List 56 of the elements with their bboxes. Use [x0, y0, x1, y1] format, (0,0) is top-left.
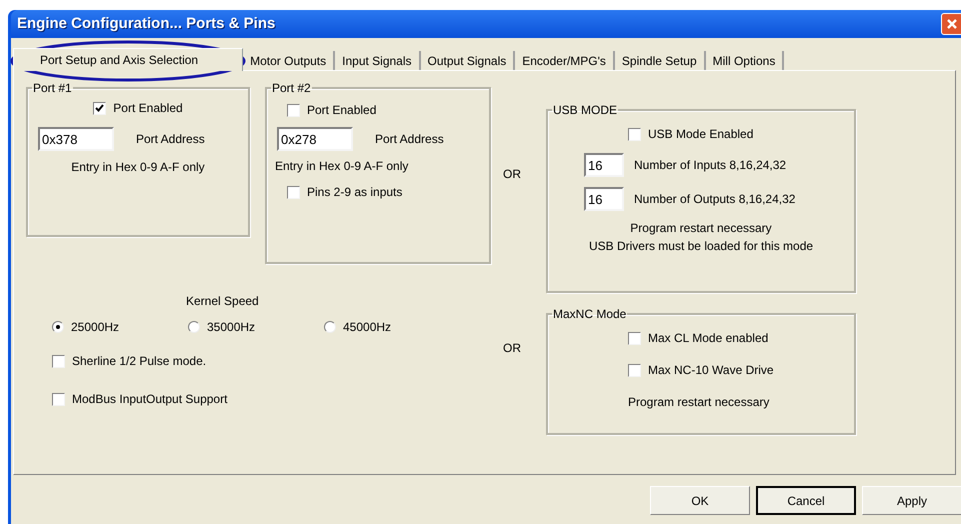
checkbox-label: Sherline 1/2 Pulse mode. [72, 353, 206, 370]
close-icon [946, 18, 958, 30]
checkbox[interactable] [93, 102, 106, 114]
checkbox-label: Pins 2-9 as inputs [307, 184, 402, 201]
note-text: USB Drivers must be loaded for this mode [588, 238, 814, 255]
field-label: Number of Inputs 8,16,24,32 [634, 157, 786, 174]
group-title: USB MODE [552, 102, 618, 119]
group-title: MaxNC Mode [552, 306, 628, 323]
field-label: Port Address [375, 131, 444, 148]
checkbox[interactable] [52, 392, 65, 406]
checkbox-label: ModBus InputOutput Support [72, 391, 228, 408]
radio-button[interactable] [324, 321, 336, 333]
checkbox-label: Max CL Mode enabled [648, 330, 768, 347]
input-field[interactable]: 0x378 [38, 127, 114, 151]
or-label: OR [503, 340, 522, 357]
checkbox[interactable] [287, 186, 300, 198]
tab[interactable]: Port Setup and Axis Selection [13, 48, 244, 71]
tab[interactable]: Mill Options [706, 51, 784, 70]
dialog-button[interactable]: Cancel [756, 486, 856, 515]
radio-button[interactable] [188, 321, 200, 333]
checkbox[interactable] [628, 332, 641, 344]
group-title: Port #2 [271, 80, 312, 97]
close-button[interactable] [941, 13, 961, 35]
group-title: Port #1 [32, 80, 73, 97]
input-field[interactable]: 16 [584, 187, 624, 211]
checkbox-label: Max NC-10 Wave Drive [648, 362, 774, 379]
checkbox[interactable] [628, 364, 641, 376]
field-label: Port Address [136, 131, 205, 148]
checkbox[interactable] [628, 128, 641, 140]
checkbox-label: Port Enabled [113, 100, 183, 117]
hint-text: Entry in Hex 0-9 A-F only [70, 159, 206, 176]
window-title: Engine Configuration... Ports & Pins [17, 14, 276, 34]
or-label: OR [503, 166, 522, 183]
input-field[interactable]: 16 [584, 153, 624, 177]
field-label: Number of Outputs 8,16,24,32 [634, 191, 796, 208]
tab[interactable]: Encoder/MPG's [515, 51, 615, 70]
hint-text: Entry in Hex 0-9 A-F only [275, 158, 410, 175]
note-text: Program restart necessary [628, 394, 770, 411]
note-text: Program restart necessary [630, 220, 772, 237]
checkbox[interactable] [52, 354, 65, 368]
checkmark-icon [95, 104, 104, 112]
dialog-button[interactable]: Apply [862, 486, 961, 515]
section-label: Kernel Speed [186, 294, 259, 308]
input-field[interactable]: 0x278 [277, 127, 353, 151]
radio-button[interactable] [52, 321, 64, 333]
checkbox-label: USB Mode Enabled [648, 126, 754, 143]
dialog-button[interactable]: OK [650, 486, 750, 515]
tab[interactable]: Input Signals [335, 51, 421, 70]
radio-label: 45000Hz [343, 319, 392, 336]
radio-label: 35000Hz [207, 319, 256, 336]
tab[interactable]: Output Signals [420, 51, 516, 70]
checkbox-label: Port Enabled [307, 102, 376, 119]
tab[interactable]: Spindle Setup [614, 51, 706, 70]
tab[interactable]: Motor Outputs [243, 51, 336, 70]
checkbox[interactable] [287, 104, 300, 116]
radio-label: 25000Hz [71, 319, 120, 336]
